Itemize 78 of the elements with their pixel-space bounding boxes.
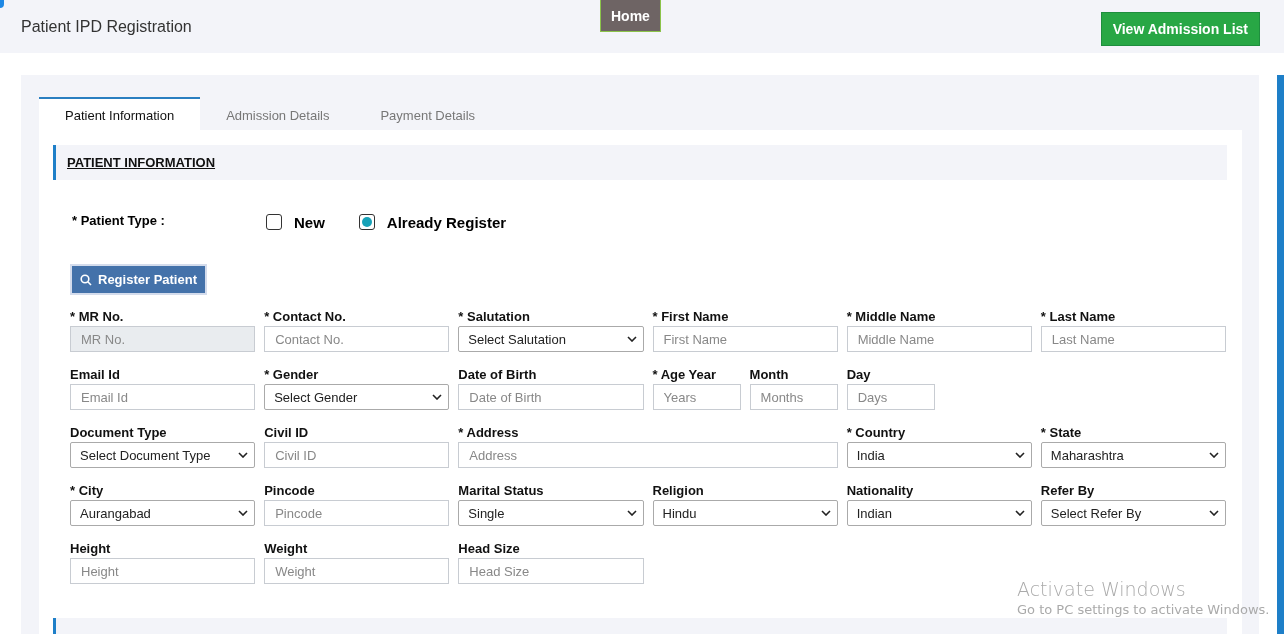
input-field[interactable]: Pincode <box>264 500 450 526</box>
chevron-down-icon <box>1209 452 1219 458</box>
section-title: PATIENT INFORMATION <box>67 155 216 170</box>
select-field[interactable]: Select Document Type <box>70 442 256 468</box>
field-label: Pincode <box>264 483 316 500</box>
input-field[interactable]: Date of Birth <box>458 384 644 410</box>
field-label: Civil ID <box>264 425 310 442</box>
field-label: * Gender <box>264 367 320 384</box>
input-field[interactable]: Civil ID <box>264 442 450 468</box>
option-checkbox[interactable] <box>266 214 282 230</box>
select-field[interactable]: Select Salutation <box>458 326 644 352</box>
chevron-down-icon <box>626 336 637 342</box>
field-label: Refer By <box>1040 483 1096 500</box>
tab[interactable]: Patient Information <box>39 97 201 130</box>
corner-accent <box>0 0 4 8</box>
field-label: Weight <box>264 541 309 558</box>
search-icon <box>80 273 92 286</box>
select-field[interactable]: Select Gender <box>264 384 450 410</box>
field-label: Month <box>749 367 790 384</box>
field-label: Religion <box>652 483 705 500</box>
field-label: * City <box>70 483 105 500</box>
chevron-down-icon <box>1209 510 1219 516</box>
input-field[interactable]: Address <box>458 442 838 468</box>
input-field[interactable]: Contact No. <box>264 326 450 352</box>
tab[interactable]: Admission Details <box>200 97 355 130</box>
field-label: * First Name <box>652 309 730 326</box>
input-field[interactable]: Years <box>652 384 741 410</box>
field-label: Head Size <box>458 541 521 558</box>
field-label: Marital Status <box>458 483 545 500</box>
select-field[interactable]: Hindu <box>652 500 838 526</box>
chevron-down-icon <box>1014 452 1025 458</box>
field-label: * Middle Name <box>846 309 937 326</box>
field-label: * Patient Type : <box>72 212 166 228</box>
input-field[interactable]: Middle Name <box>846 326 1032 352</box>
chevron-down-icon <box>626 510 637 516</box>
home-button[interactable]: Home <box>600 0 661 32</box>
activation-title: Activate Windows <box>1017 578 1187 600</box>
input-field[interactable]: Last Name <box>1040 326 1226 352</box>
field-label: * Last Name <box>1040 309 1117 326</box>
select-field[interactable]: Maharashtra <box>1040 442 1226 468</box>
chevron-down-icon <box>432 394 443 400</box>
field-label: Height <box>70 541 112 558</box>
select-field[interactable]: India <box>846 442 1032 468</box>
field-label: Date of Birth <box>458 367 538 384</box>
input-field[interactable]: Weight <box>264 558 450 584</box>
activation-message: Go to PC settings to activate Windows. <box>1017 602 1270 617</box>
field-label: Day <box>846 367 872 384</box>
input-field[interactable]: Height <box>70 558 256 584</box>
select-field[interactable]: Aurangabad <box>70 500 256 526</box>
field-label: Email Id <box>70 367 121 384</box>
input-field[interactable]: Email Id <box>70 384 256 410</box>
input-field[interactable]: Months <box>749 384 838 410</box>
page-title: Patient IPD Registration <box>21 17 193 36</box>
register-patient-button[interactable]: Register Patient <box>70 264 207 295</box>
field-label: * Age Year <box>652 367 718 384</box>
field-label: * Address <box>458 425 520 442</box>
chevron-down-icon <box>820 510 831 516</box>
input-field[interactable]: Head Size <box>458 558 644 584</box>
field-label: * Country <box>846 425 907 442</box>
select-field[interactable]: Indian <box>846 500 1032 526</box>
select-field[interactable]: Select Refer By <box>1040 500 1226 526</box>
select-field[interactable]: Single <box>458 500 644 526</box>
input-field[interactable]: Days <box>846 384 935 410</box>
option-checkbox[interactable] <box>358 214 375 230</box>
chevron-down-icon <box>1014 510 1025 516</box>
input-field[interactable]: First Name <box>652 326 838 352</box>
tab[interactable]: Payment Details <box>354 97 501 130</box>
chevron-down-icon <box>238 510 249 516</box>
field-label: * Contact No. <box>264 309 347 326</box>
field-label: Document Type <box>70 425 168 442</box>
field-label: Nationality <box>846 483 915 500</box>
chevron-down-icon <box>238 452 249 458</box>
option-label: Already Register <box>386 213 507 231</box>
option-label: New <box>294 213 325 231</box>
field-label: * MR No. <box>70 309 125 326</box>
field-label: * Salutation <box>458 309 531 326</box>
field-label: * State <box>1040 425 1083 442</box>
scrollbar[interactable] <box>1277 75 1284 634</box>
